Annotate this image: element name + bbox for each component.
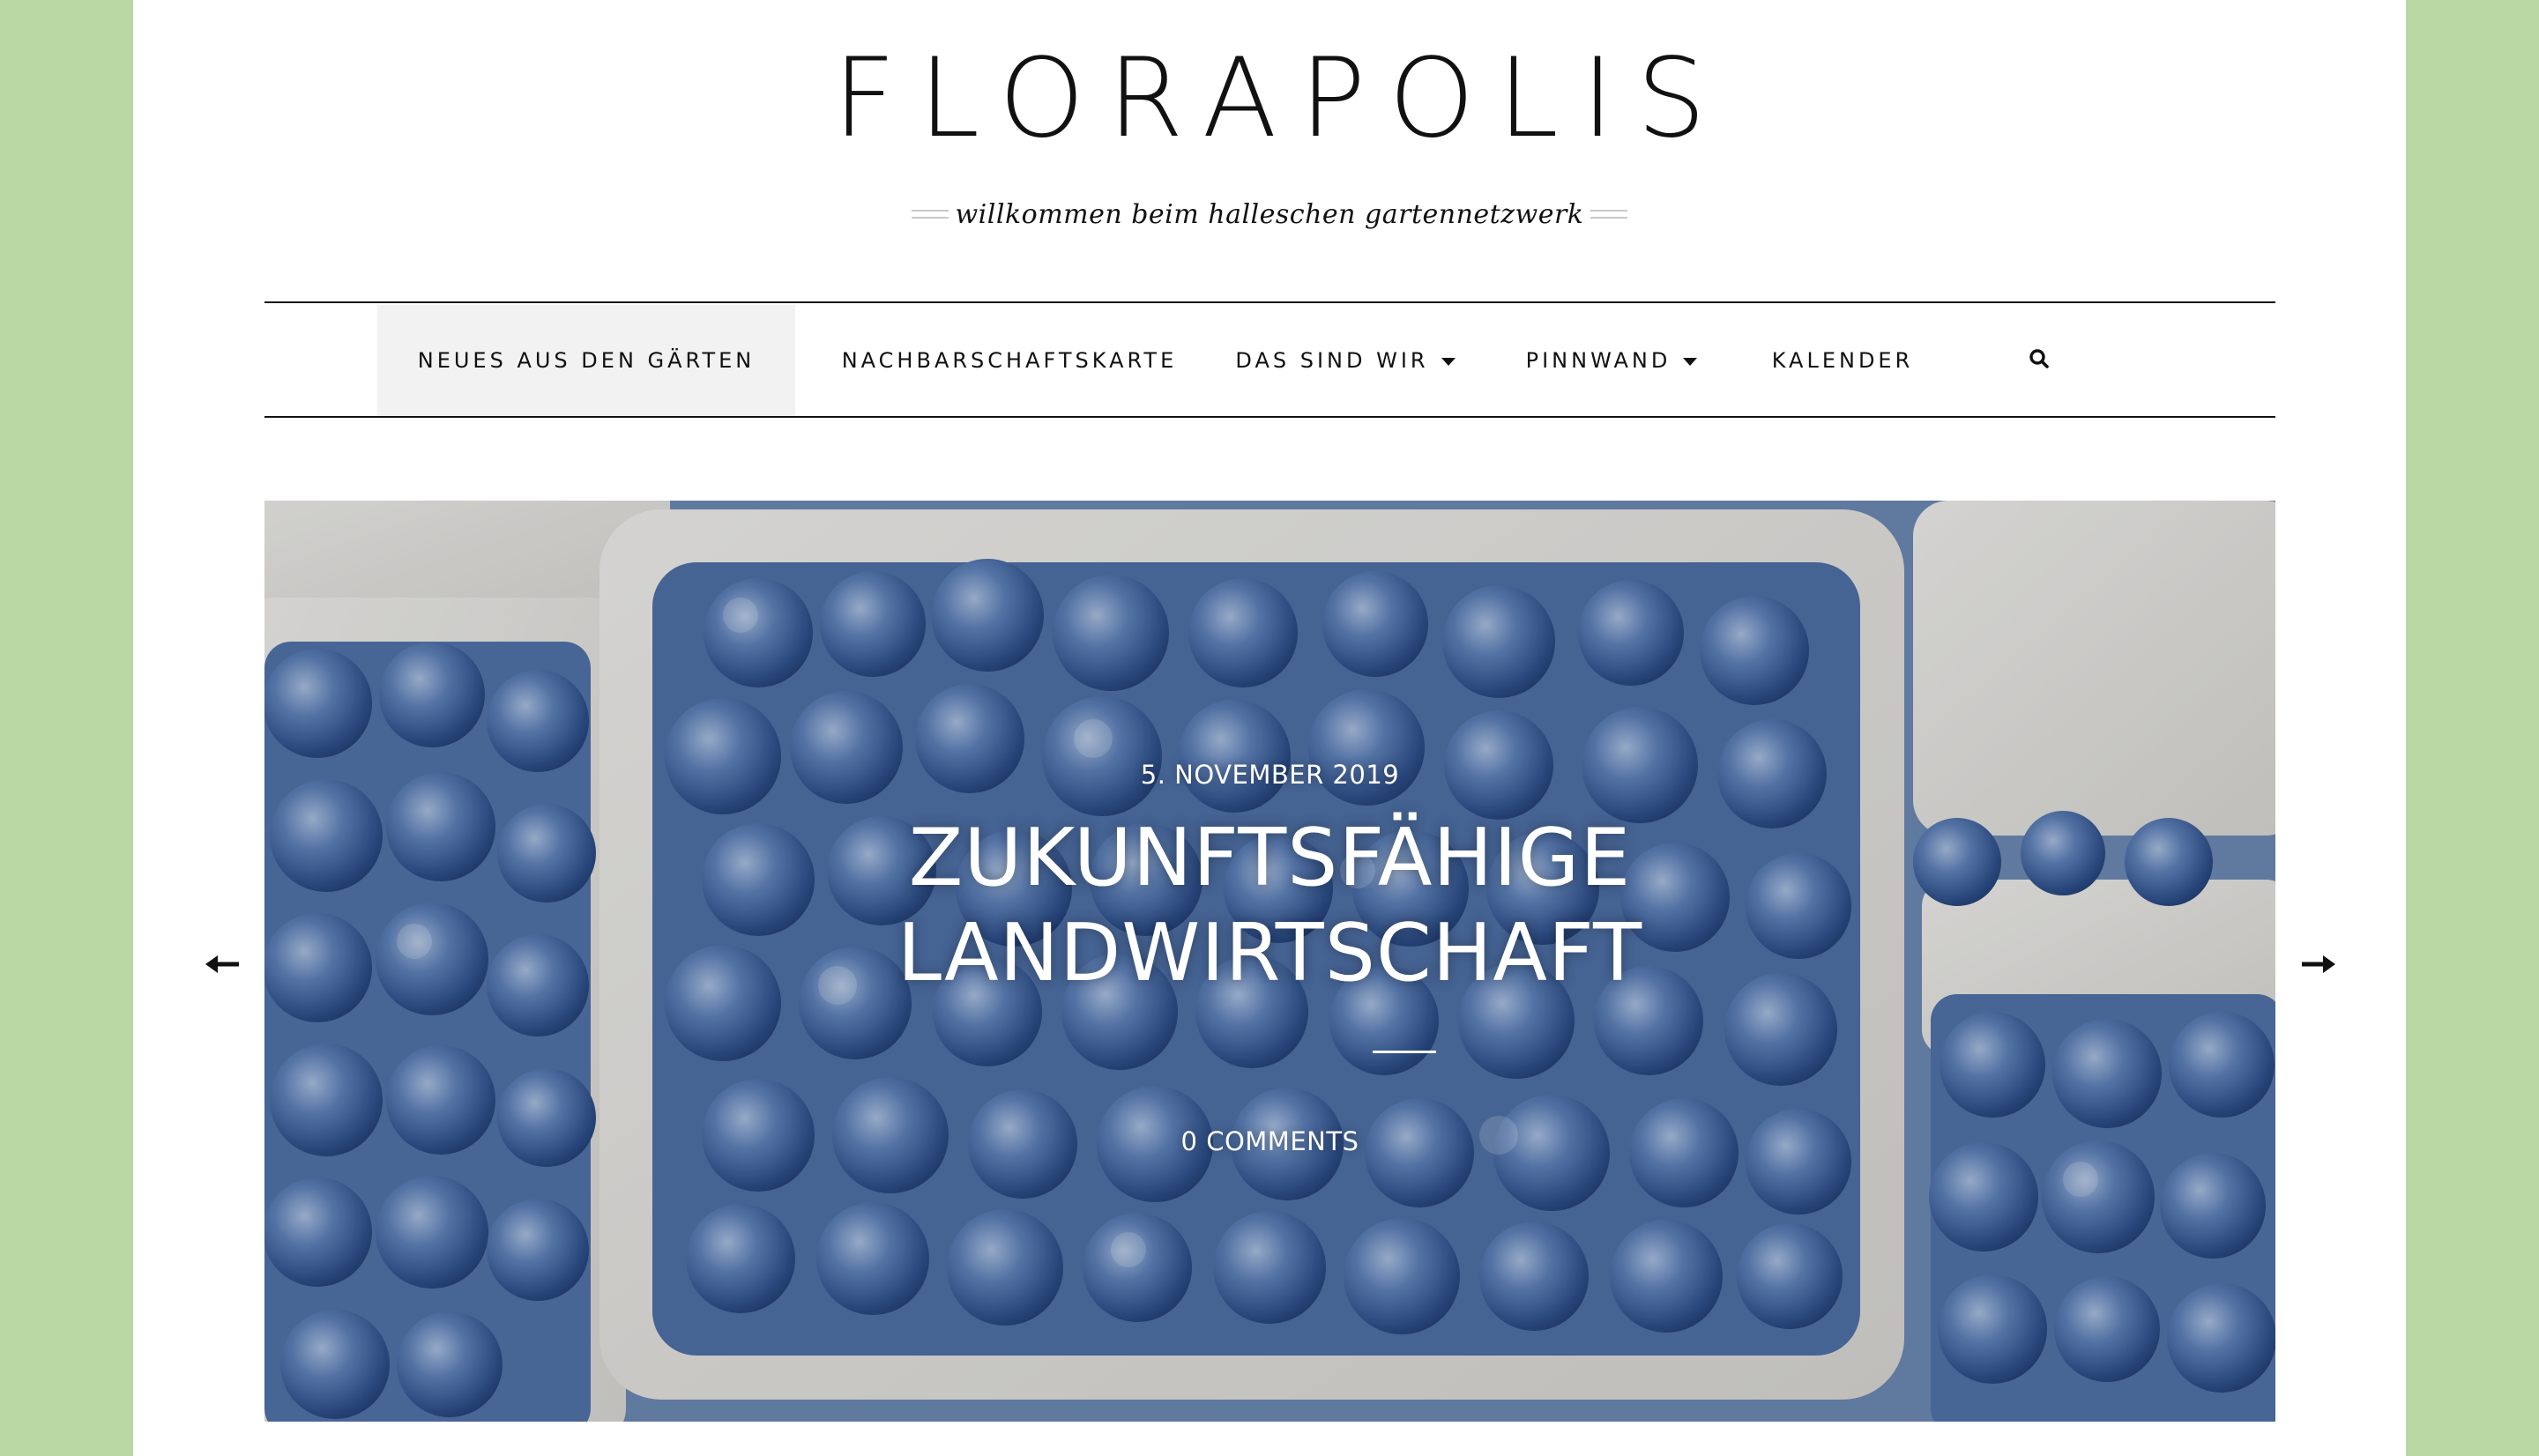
post-title-line-1: ZUKUNFTSFÄHIGE: [908, 812, 1632, 904]
tagline-row: willkommen beim halleschen gartennetzwer…: [133, 192, 2406, 236]
search-icon[interactable]: [2028, 347, 2051, 370]
arrow-right-icon[interactable]: [2298, 950, 2337, 978]
tagline-left-decoration: [911, 210, 949, 219]
arrow-left-icon[interactable]: [204, 950, 242, 978]
nav-item-label: DAS SIND WIR: [1235, 348, 1429, 373]
post-comments-link[interactable]: 0 COMMENTS: [264, 1126, 2275, 1156]
site-title[interactable]: FLORAPOLIS: [133, 37, 2406, 160]
post-title[interactable]: ZUKUNFTSFÄHIGE LANDWIRTSCHAFT: [264, 811, 2275, 1001]
page-container: FLORAPOLIS willkommen beim halleschen ga…: [133, 0, 2406, 1456]
nav-item-label: NEUES AUS DEN GÄRTEN: [417, 348, 756, 373]
nav-item-neues-aus-den-gaerten[interactable]: NEUES AUS DEN GÄRTEN: [377, 305, 795, 416]
nav-item-label: KALENDER: [1771, 348, 1914, 373]
main-navigation: NEUES AUS DEN GÄRTEN NACHBARSCHAFTSKARTE…: [264, 301, 2275, 418]
nav-item-nachbarschaftskarte[interactable]: NACHBARSCHAFTSKARTE: [829, 305, 1190, 416]
post-title-line-2: LANDWIRTSCHAFT: [897, 907, 1643, 999]
chevron-down-icon: [1683, 357, 1698, 366]
featured-slider[interactable]: 5. NOVEMBER 2019 ZUKUNFTSFÄHIGE LANDWIRT…: [264, 501, 2275, 1422]
nav-item-label: PINNWAND: [1525, 348, 1672, 373]
post-date: 5. NOVEMBER 2019: [1140, 760, 1400, 790]
title-divider: [1373, 1051, 1436, 1053]
nav-item-das-sind-wir[interactable]: DAS SIND WIR: [1213, 305, 1478, 416]
nav-item-label: NACHBARSCHAFTSKARTE: [841, 348, 1178, 373]
site-header: FLORAPOLIS willkommen beim halleschen ga…: [133, 0, 2406, 300]
tagline-right-decoration: [1590, 210, 1628, 219]
nav-item-kalender[interactable]: KALENDER: [1746, 305, 1940, 416]
chevron-down-icon: [1441, 357, 1456, 366]
site-tagline: willkommen beim halleschen gartennetzwer…: [955, 198, 1584, 230]
nav-item-pinnwand[interactable]: PINNWAND: [1506, 305, 1717, 416]
slide-caption: 5. NOVEMBER 2019 ZUKUNFTSFÄHIGE LANDWIRT…: [264, 501, 2275, 1422]
